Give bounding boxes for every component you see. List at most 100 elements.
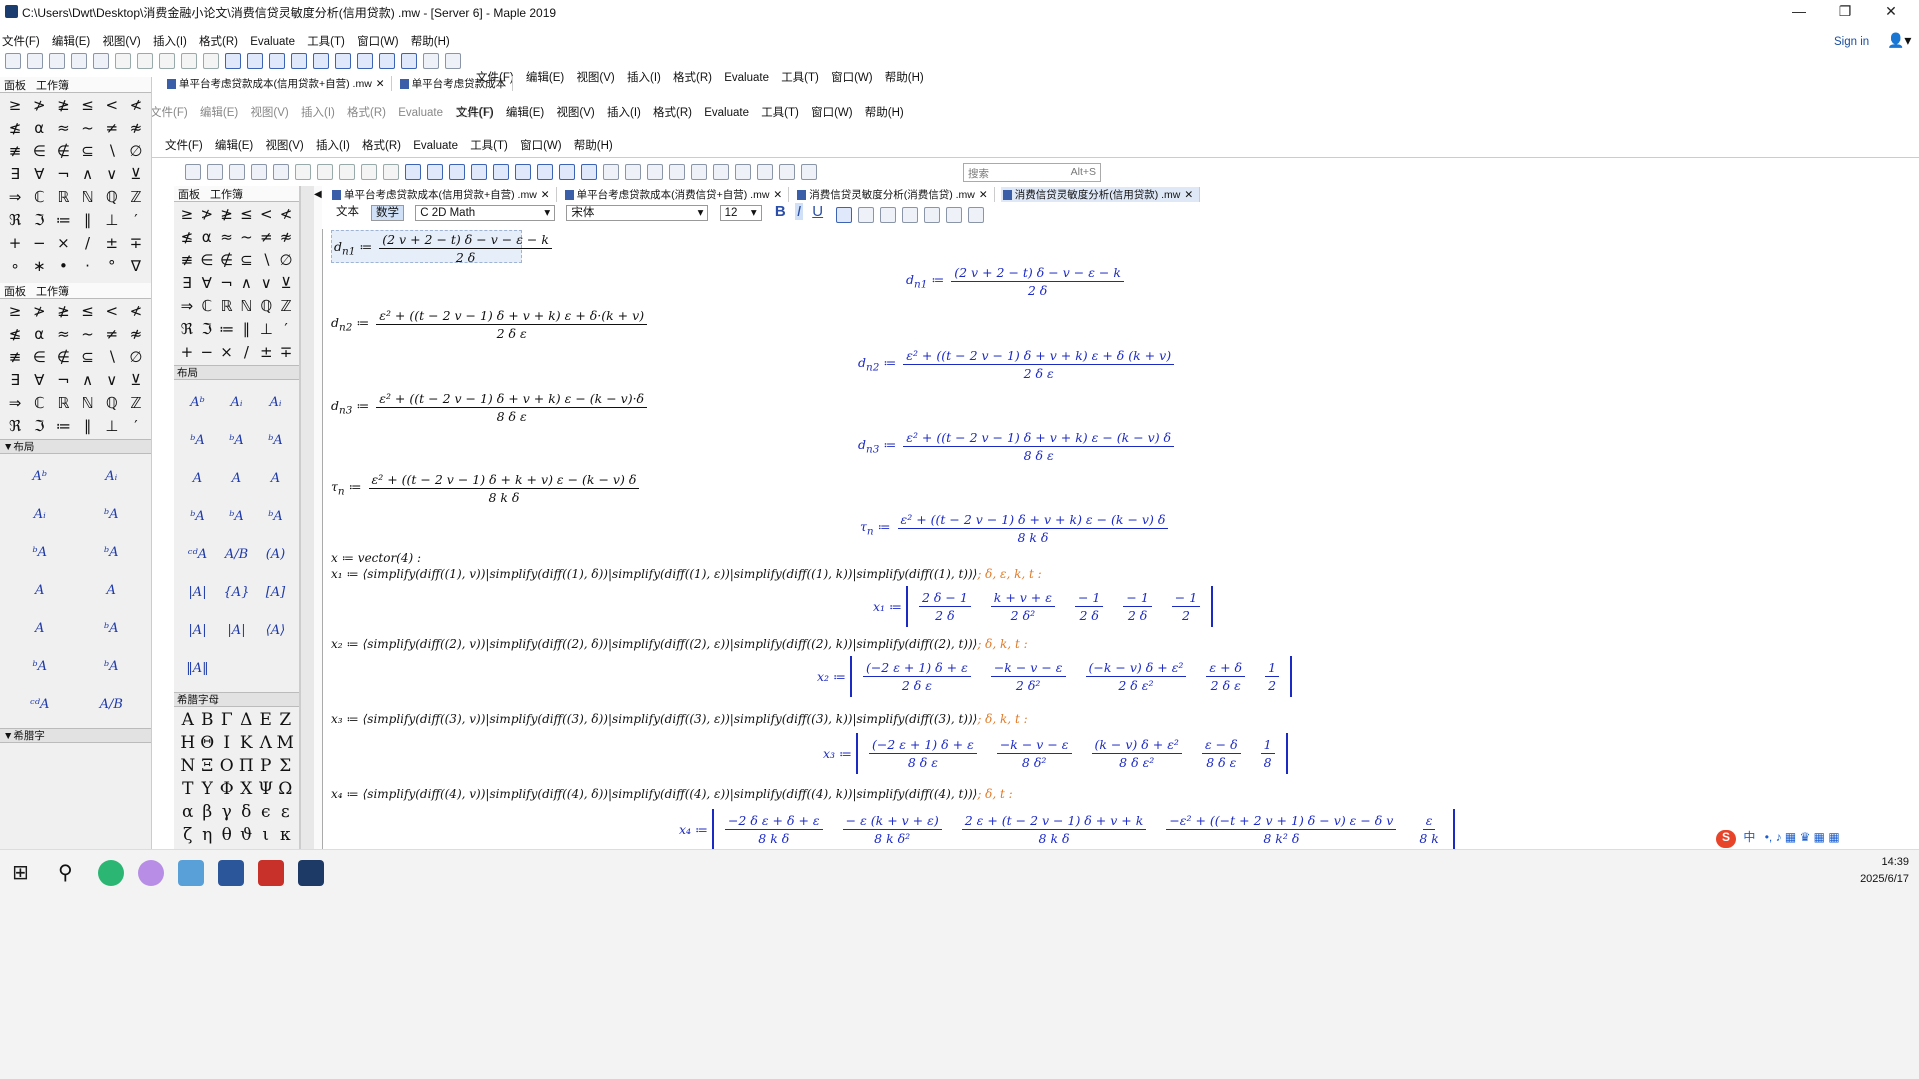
calculator-icon[interactable] [178,860,204,886]
execute-icon[interactable] [625,164,641,180]
greek-26[interactable]: γ [217,801,237,824]
overlay1-menu-window[interactable]: 窗口(W) [831,69,873,85]
layout-4[interactable]: ᵇA [219,424,254,458]
doc-tab-3[interactable]: 消费信贷灵敏度分析(消费信贷) .mw ✕ [795,187,995,202]
highlight-icon[interactable] [924,207,941,223]
symbol-41[interactable]: ∓ [125,233,147,254]
symbol-1[interactable]: ≯ [28,301,50,322]
outdent-icon[interactable] [335,53,351,69]
layout-0[interactable]: Aᵇ [180,386,215,420]
home-icon[interactable] [559,164,575,180]
symbol-6[interactable]: ≰ [4,118,26,139]
greek-section-header-2[interactable]: 希腊字母 [174,692,299,707]
symbol-9[interactable]: ~ [76,118,98,139]
symbol-29[interactable]: ℤ [125,393,147,414]
text-mode-button[interactable]: 文本 [332,205,363,221]
execute-all-icon[interactable] [423,53,439,69]
math-mode-icon[interactable] [225,53,241,69]
app-icon[interactable] [138,860,164,886]
greek-31[interactable]: η [198,824,218,847]
symbol-36[interactable]: + [178,342,196,363]
symbol-20[interactable]: ¬ [218,273,236,294]
overlay2-menu-edit[interactable]: 编辑(E) [200,104,238,120]
text-color-icon[interactable] [902,207,919,223]
menu-help[interactable]: 帮助(H) [411,33,450,49]
undo-icon[interactable] [361,164,377,180]
layout-0[interactable]: Aᵇ [6,460,74,494]
greek-2[interactable]: Γ [217,709,237,732]
close-button[interactable]: ✕ [1868,0,1914,24]
redo-icon[interactable] [203,53,219,69]
open-icon[interactable] [27,53,43,69]
outdent-icon[interactable] [515,164,531,180]
symbol-23[interactable]: ⊻ [277,273,295,294]
symbol-37[interactable]: − [28,233,50,254]
symbol-18[interactable]: ∃ [4,370,26,391]
symbol-1[interactable]: ≯ [198,204,216,225]
overlay-tab-2[interactable]: 单平台考虑贷款成本 [398,76,514,91]
symbol-27[interactable]: ℕ [76,393,98,414]
symbol-41[interactable]: ∓ [277,342,295,363]
symbol-34[interactable]: ⊥ [101,210,123,231]
layout-13[interactable]: A/B [219,538,254,572]
greek-15[interactable]: Π [237,755,257,778]
symbol-27[interactable]: ℕ [76,187,98,208]
symbol-22[interactable]: ∨ [101,370,123,391]
greek-6[interactable]: Η [178,732,198,755]
maple-taskbar-icon[interactable] [298,860,324,886]
symbol-20[interactable]: ¬ [52,164,74,185]
size-dropdown[interactable]: 12 ▾ [719,205,762,221]
overlay1-menu-tools[interactable]: 工具(T) [781,69,819,85]
align-right-icon[interactable] [880,207,897,223]
layout-3[interactable]: ᵇA [180,424,215,458]
symbol-23[interactable]: ⊻ [125,164,147,185]
layout-4[interactable]: ᵇA [6,536,74,570]
symbol-19[interactable]: ∀ [198,273,216,294]
greek-18[interactable]: Τ [178,778,198,801]
layout-8[interactable]: A [258,462,293,496]
paragraph-icon[interactable] [291,53,307,69]
symbol-13[interactable]: ∈ [28,347,50,368]
symbol-13[interactable]: ∈ [28,141,50,162]
symbol-15[interactable]: ⊆ [238,250,256,271]
symbol-14[interactable]: ∉ [218,250,236,271]
paste-icon[interactable] [159,53,175,69]
layout-2[interactable]: Aᵢ [6,498,74,532]
layout-20[interactable]: ⟨A⟩ [258,614,293,648]
ime-toolbar[interactable]: S 中 •, ♪ ▦ ♛ ▦ ▦ [1716,828,1916,848]
overlay2b-menu-edit[interactable]: 编辑(E) [506,104,544,120]
symbol-21[interactable]: ∧ [238,273,256,294]
layout-6[interactable]: A [6,574,74,608]
italic-button[interactable]: I [794,203,804,220]
layout-16[interactable]: {A} [219,576,254,610]
greek-3[interactable]: Δ [237,709,257,732]
symbol-42[interactable]: ∘ [4,256,26,277]
layout-11[interactable]: ᵇA [258,500,293,534]
layout-10[interactable]: ᵇA [6,650,74,684]
symbol-22[interactable]: ∨ [257,273,275,294]
pdf-icon[interactable] [258,860,284,886]
symbol-18[interactable]: ∃ [178,273,196,294]
symbol-40[interactable]: ± [257,342,275,363]
symbol-16[interactable]: ∖ [257,250,275,271]
symbol-33[interactable]: ∥ [238,319,256,340]
layout-5[interactable]: ᵇA [258,424,293,458]
doc-tab-2[interactable]: 单平台考虑贷款成本(消费信贷+自营) .mw ✕ [563,187,790,202]
symbol-28[interactable]: ℚ [101,393,123,414]
symbol-25[interactable]: ℂ [28,187,50,208]
restore-button[interactable]: ❐ [1822,0,1868,24]
indent-icon[interactable] [493,164,509,180]
overlay3-menu-format[interactable]: 格式(R) [362,137,401,153]
close-tab-icon[interactable]: ✕ [541,189,550,201]
layout-1[interactable]: Aᵢ [78,460,146,494]
overlay1-menu-view[interactable]: 视图(V) [576,69,614,85]
overlay1-menu-help[interactable]: 帮助(H) [885,69,924,85]
overlay-tab-1[interactable]: 单平台考虑贷款成本(信用贷款+自营) .mw ✕ [165,76,392,91]
symbol-33[interactable]: ∥ [76,416,98,437]
x4-command[interactable]: x₄ ≔ ⟨simplify(diff((4), v))|simplify(di… [331,787,1013,801]
overlay2b-menu-window[interactable]: 窗口(W) [811,104,853,120]
symbol-19[interactable]: ∀ [28,370,50,391]
symbol-4[interactable]: < [101,95,123,116]
worksheet[interactable]: dn1 ≔ (2 v + 2 − t) δ − v − ε − k2 δ dn1 … [322,229,1919,850]
symbol-21[interactable]: ∧ [76,370,98,391]
